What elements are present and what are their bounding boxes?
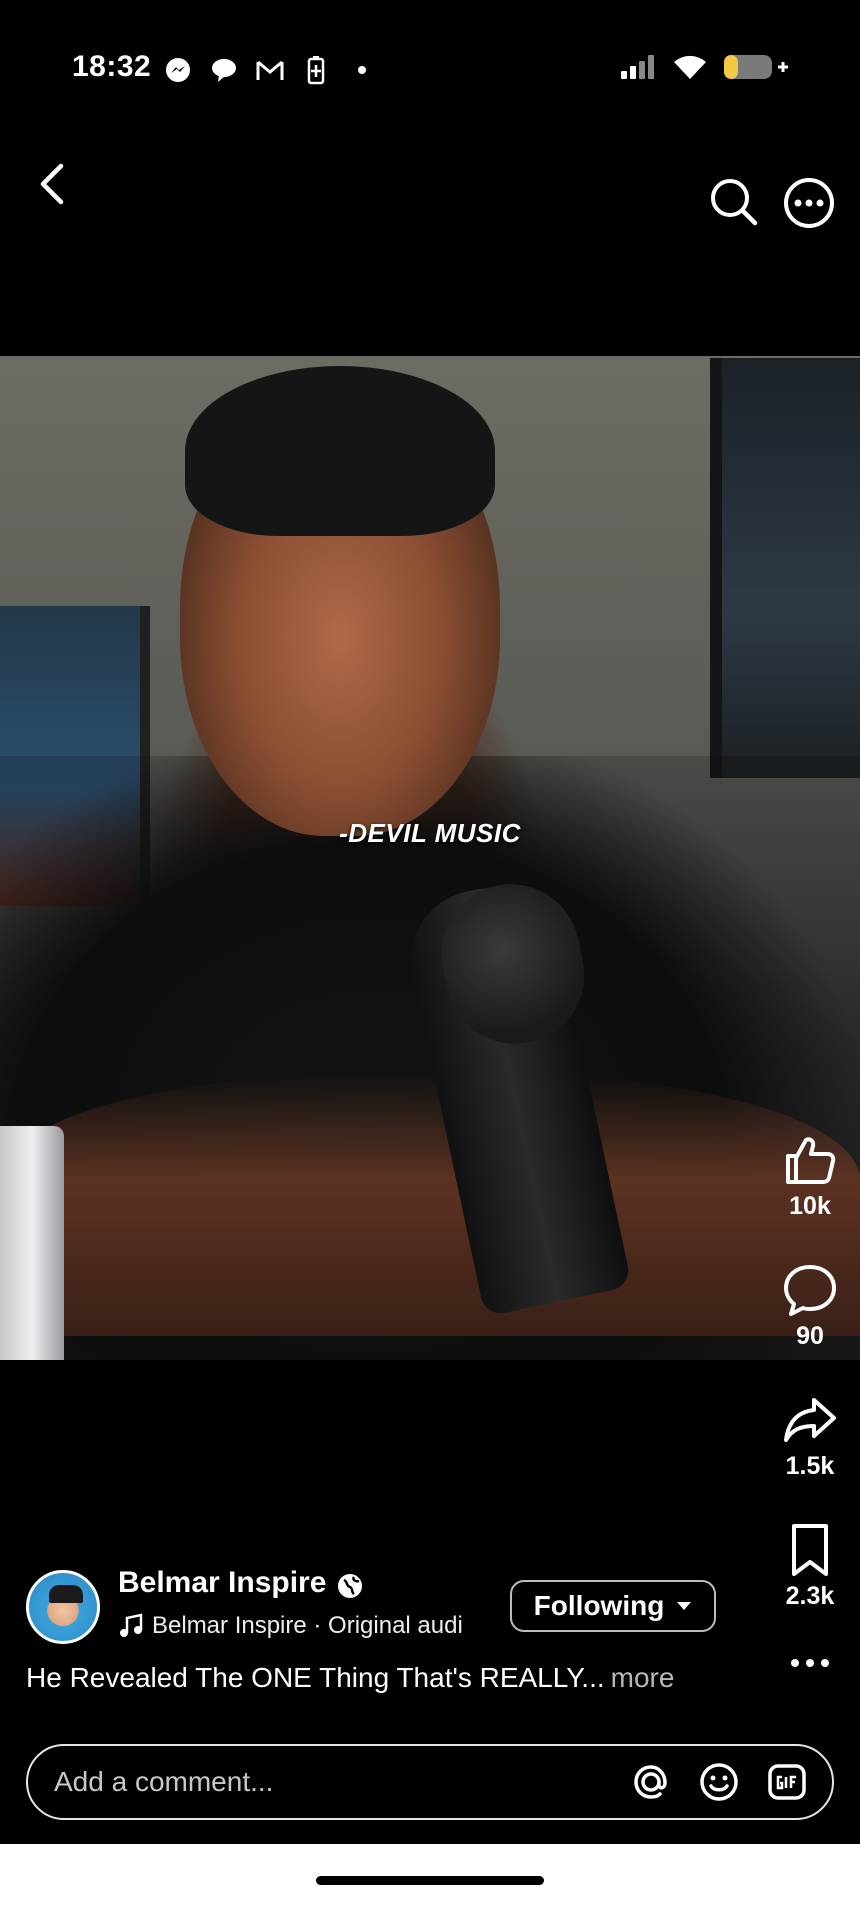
avatar[interactable] — [26, 1570, 100, 1644]
like-button[interactable]: 10k — [760, 1132, 860, 1221]
video-player[interactable]: -DEVIL MUSIC — [0, 356, 860, 1360]
battery-icon — [722, 52, 790, 87]
share-count: 1.5k — [785, 1452, 835, 1480]
post-caption[interactable]: He Revealed The ONE Thing That's REALLY.… — [26, 1662, 726, 1694]
globe-icon — [338, 1574, 362, 1598]
following-button[interactable]: Following — [510, 1580, 716, 1632]
thumbs-up-icon — [786, 1137, 836, 1184]
more-circle-icon — [784, 178, 834, 228]
chat-bubble-icon — [208, 54, 240, 86]
share-button[interactable]: 1.5k — [760, 1392, 860, 1481]
battery-saver-icon — [300, 54, 332, 86]
signal-icon — [620, 53, 658, 86]
audio-track[interactable]: Belmar Inspire · Original audi — [118, 1612, 478, 1640]
mention-icon[interactable] — [628, 1759, 674, 1805]
comment-input[interactable]: Add a comment... — [26, 1744, 834, 1820]
search-button[interactable] — [704, 172, 764, 232]
messenger-icon — [162, 54, 194, 86]
following-label: Following — [533, 1590, 665, 1621]
author-name[interactable]: Belmar Inspire — [118, 1566, 326, 1600]
comment-placeholder: Add a comment... — [54, 1766, 274, 1797]
dot-icon — [346, 54, 378, 86]
more-horizontal-icon[interactable] — [780, 1648, 840, 1678]
caret-down-icon — [677, 1602, 692, 1610]
video-subject-hair — [185, 366, 495, 536]
comment-icon — [784, 1265, 836, 1316]
save-button[interactable]: 2.3k — [760, 1522, 860, 1611]
gif-icon[interactable] — [764, 1759, 810, 1805]
background-picture-frame — [710, 358, 860, 778]
more-options-button[interactable] — [778, 172, 840, 234]
status-bar: 18:32 — [0, 0, 860, 140]
bookmark-icon — [792, 1524, 828, 1576]
like-count: 10k — [789, 1192, 831, 1220]
video-subject-arms — [0, 1076, 860, 1336]
gesture-area — [0, 1844, 860, 1920]
audio-label: Belmar Inspire · Original audi — [152, 1612, 463, 1639]
wifi-icon — [672, 53, 708, 86]
share-icon — [784, 1398, 836, 1442]
emoji-icon[interactable] — [696, 1759, 742, 1805]
status-time: 18:32 — [72, 50, 152, 83]
system-icons — [620, 52, 790, 87]
save-count: 2.3k — [785, 1582, 835, 1610]
comment-count: 90 — [796, 1322, 824, 1350]
gmail-icon — [254, 54, 286, 86]
music-note-icon — [120, 1613, 143, 1637]
drink-can — [0, 1126, 64, 1360]
video-overlay-text: -DEVIL MUSIC — [339, 818, 521, 848]
chevron-left-icon — [40, 163, 64, 205]
notification-icons — [162, 54, 378, 86]
comment-button[interactable]: 90 — [760, 1262, 860, 1351]
caption-text: He Revealed The ONE Thing That's REALLY.… — [26, 1662, 605, 1693]
back-button[interactable] — [22, 154, 82, 214]
search-icon — [711, 179, 758, 226]
home-indicator[interactable] — [316, 1876, 544, 1885]
see-more-link[interactable]: more — [611, 1662, 675, 1693]
